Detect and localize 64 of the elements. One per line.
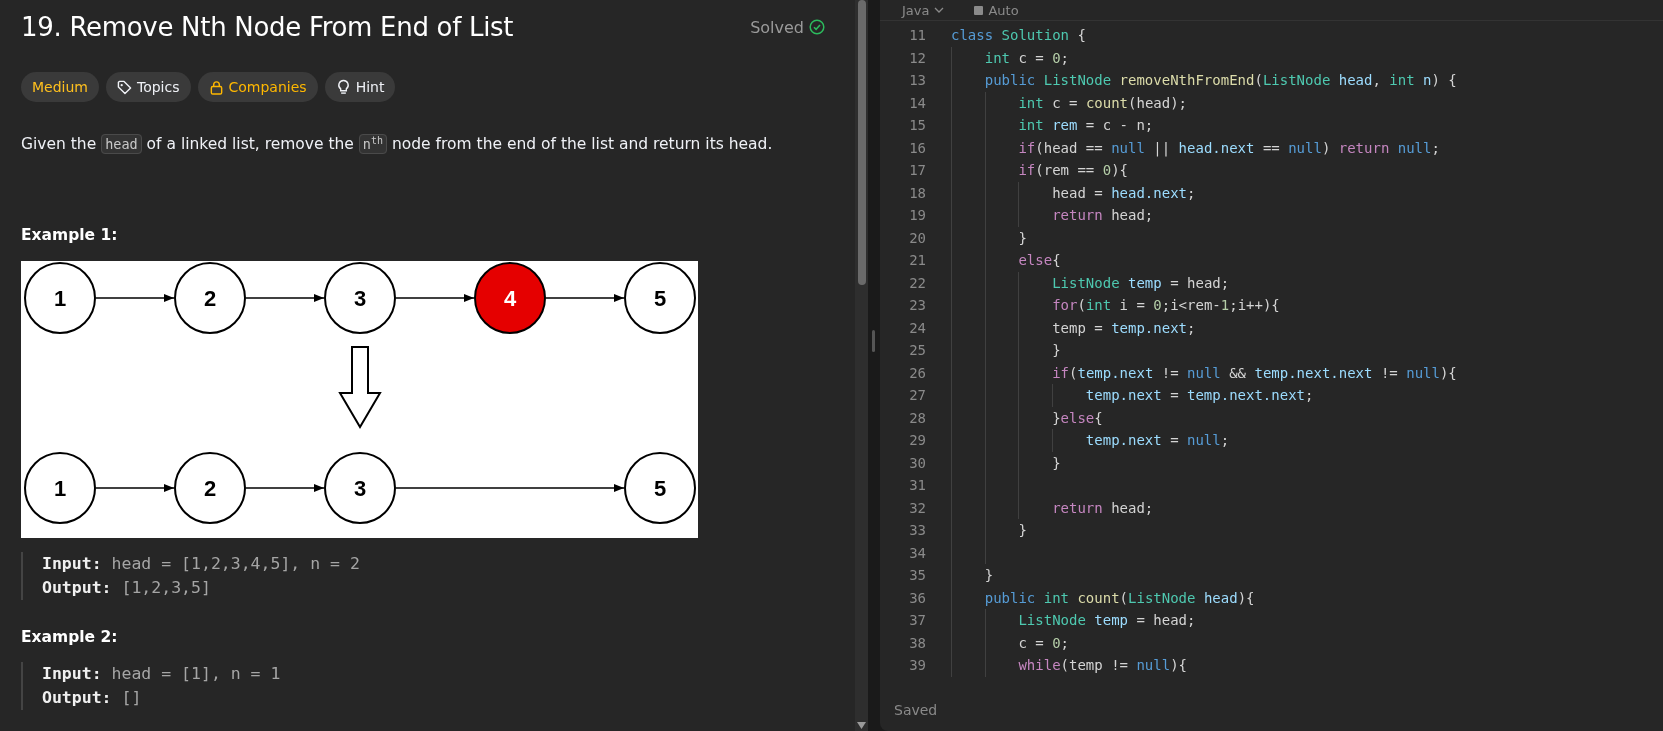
line-number: 23 xyxy=(908,297,927,314)
line-number: 12 xyxy=(908,49,927,66)
list-node: 1 xyxy=(24,451,96,524)
line-number: 30 xyxy=(908,454,927,471)
line-number: 34 xyxy=(908,544,927,561)
example-line: Input: head = [1,2,3,4,5], n = 2 xyxy=(42,552,360,575)
line-number: 38 xyxy=(908,634,927,651)
companies-tag[interactable]: Companies xyxy=(197,72,318,102)
square-icon xyxy=(974,5,984,15)
solved-status: Solved xyxy=(750,17,804,37)
line-number: 37 xyxy=(908,612,927,629)
line-number: 32 xyxy=(908,499,927,516)
example-line: Input: head = [1], n = 1 xyxy=(42,662,281,685)
difficulty-tag[interactable]: Medium xyxy=(21,72,99,102)
code-line: class Solution { xyxy=(951,26,1086,45)
resize-handle[interactable] xyxy=(872,330,875,352)
topics-tag[interactable]: Topics xyxy=(106,72,191,102)
line-number: 13 xyxy=(908,72,927,89)
example-line: Output: [] xyxy=(42,686,142,709)
problem-description: Given the head of a linked list, remove the n$^{th}$ node from the end of the list and return its head. xyxy=(21,132,774,156)
list-node: 4 xyxy=(474,261,546,334)
line-number: 14 xyxy=(908,94,927,111)
line-number: 11 xyxy=(908,27,927,44)
line-number: 26 xyxy=(908,364,927,381)
line-number: 29 xyxy=(908,432,927,449)
problem-title: 19. Remove Nth Node From End of List xyxy=(21,12,514,42)
example-title: Example 2: xyxy=(21,627,118,646)
list-node: 3 xyxy=(324,451,396,524)
line-number: 18 xyxy=(908,184,927,201)
line-number: 24 xyxy=(908,319,927,336)
chevron-down-icon xyxy=(934,7,945,13)
scroll-down-icon[interactable] xyxy=(857,722,866,729)
lightbulb-icon xyxy=(335,79,351,95)
hint-tag[interactable]: Hint xyxy=(324,72,396,102)
example-line: Output: [1,2,3,5] xyxy=(42,576,211,599)
line-number: 15 xyxy=(908,117,927,134)
line-number: 21 xyxy=(908,252,927,269)
line-number: 35 xyxy=(908,567,927,584)
list-node: 2 xyxy=(174,451,246,524)
scrollbar-thumb[interactable] xyxy=(857,0,866,285)
auto-mode-toggle[interactable]: Auto xyxy=(974,2,1019,18)
line-number: 33 xyxy=(908,522,927,539)
list-node: 1 xyxy=(24,261,96,334)
list-node: 2 xyxy=(174,261,246,334)
line-number: 25 xyxy=(908,342,927,359)
example-title: Example 1: xyxy=(21,225,118,244)
save-status: Saved xyxy=(893,702,938,720)
line-number: 31 xyxy=(908,477,927,494)
list-node: 5 xyxy=(624,261,696,334)
line-number: 16 xyxy=(908,139,927,156)
language-selector[interactable]: Java xyxy=(902,2,945,18)
list-node: 5 xyxy=(624,451,696,524)
line-number: 20 xyxy=(908,229,927,246)
line-number: 17 xyxy=(908,162,927,179)
line-number: 19 xyxy=(908,207,927,224)
lock-icon xyxy=(208,79,224,95)
check-circle-icon xyxy=(809,19,825,35)
tag-icon xyxy=(117,79,132,95)
line-number: 36 xyxy=(908,589,927,606)
line-number: 39 xyxy=(908,657,927,674)
line-number: 27 xyxy=(908,387,927,404)
line-number: 22 xyxy=(908,274,927,291)
line-number: 28 xyxy=(908,409,927,426)
list-node: 3 xyxy=(324,261,396,334)
